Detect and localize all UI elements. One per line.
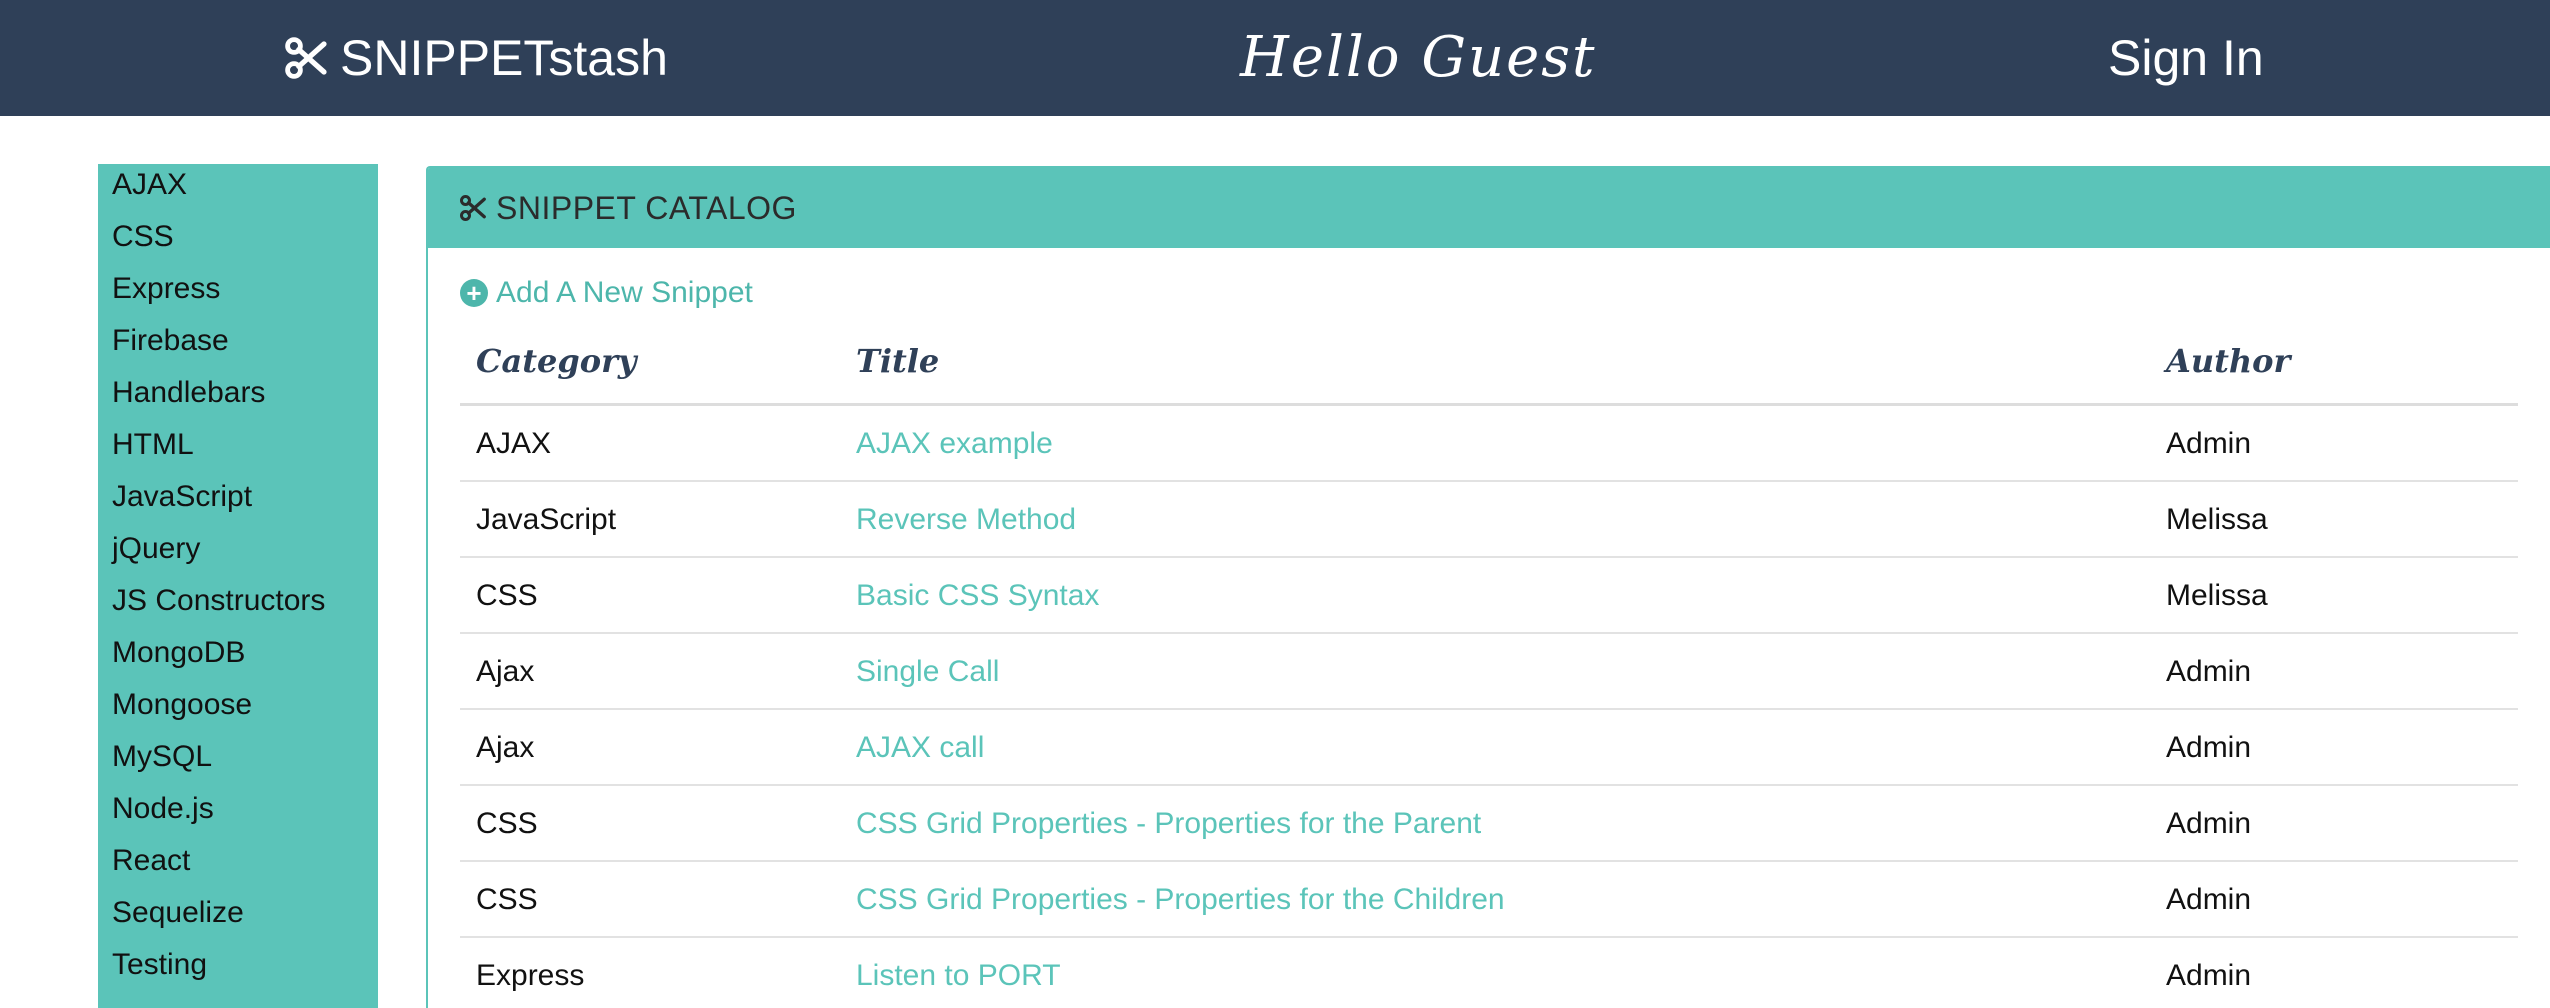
row-author: Melissa [2166, 503, 2268, 536]
sidebar-item-js-constructors[interactable]: JS Constructors [98, 580, 378, 632]
table-row: JavaScript Reverse Method Melissa [460, 482, 2518, 558]
add-snippet-label: Add A New Snippet [496, 276, 753, 309]
row-title-link[interactable]: Basic CSS Syntax [856, 558, 1099, 634]
sidebar-item-mysql[interactable]: MySQL [98, 736, 378, 788]
sidebar-item-jquery[interactable]: jQuery [98, 528, 378, 580]
column-header-author: Author [2166, 342, 2291, 380]
table-row: Express Listen to PORT Admin [460, 938, 2518, 1008]
sidebar-item-css[interactable]: CSS [98, 216, 378, 268]
sidebar-item-sequelize[interactable]: Sequelize [98, 892, 378, 944]
column-header-category: Category [476, 342, 637, 380]
row-category: Ajax [476, 731, 535, 764]
sidebar-item-react[interactable]: React [98, 840, 378, 892]
sidebar-item-mongoose[interactable]: Mongoose [98, 684, 378, 736]
sidebar-item-testing[interactable]: Testing [98, 944, 378, 996]
row-title-link[interactable]: Single Call [856, 634, 999, 710]
brand-logo[interactable]: SNIPPETstash [282, 28, 668, 88]
table-row: CSS CSS Grid Properties - Properties for… [460, 786, 2518, 862]
scissors-icon [285, 37, 327, 79]
row-category: AJAX [476, 427, 552, 460]
row-author: Admin [2166, 427, 2252, 460]
table-row: CSS Basic CSS Syntax Melissa [460, 558, 2518, 634]
row-category: CSS [476, 807, 538, 840]
column-header-title: Title [856, 342, 940, 380]
table-row: AJAX AJAX example Admin [460, 406, 2518, 482]
row-title-link[interactable]: AJAX call [856, 710, 984, 786]
sidebar-item-ajax[interactable]: AJAX [98, 164, 378, 216]
category-sidebar: AJAX CSS Express Firebase Handlebars HTM… [98, 164, 378, 1008]
row-author: Admin [2166, 731, 2252, 764]
row-category: Express [476, 959, 585, 992]
sidebar-item-mongodb[interactable]: MongoDB [98, 632, 378, 684]
snippet-catalog-panel: SNIPPET CATALOG + Add A New Snippet Cate… [426, 166, 2550, 1008]
row-author: Melissa [2166, 579, 2268, 612]
greeting-text: Hello Guest [1240, 25, 1597, 90]
sidebar-item-javascript[interactable]: JavaScript [98, 476, 378, 528]
sidebar-item-express[interactable]: Express [98, 268, 378, 320]
brand-name: SNIPPETstash [340, 30, 668, 86]
row-author: Admin [2166, 959, 2252, 992]
row-category: CSS [476, 883, 538, 916]
snippet-table: Category Title Author AJAX AJAX example … [460, 328, 2518, 1008]
sidebar-item-nodejs[interactable]: Node.js [98, 788, 378, 840]
row-title-link[interactable]: CSS Grid Properties - Properties for the… [856, 786, 1481, 862]
row-author: Admin [2166, 883, 2252, 916]
top-navbar: SNIPPETstash Hello Guest Sign In [0, 0, 2550, 116]
row-author: Admin [2166, 655, 2252, 688]
scissors-icon [459, 194, 486, 222]
row-author: Admin [2166, 807, 2252, 840]
row-title-link[interactable]: AJAX example [856, 406, 1053, 482]
row-title-link[interactable]: CSS Grid Properties - Properties for the… [856, 862, 1505, 938]
sign-in-link[interactable]: Sign In [2108, 28, 2264, 88]
row-title-link[interactable]: Listen to PORT [856, 938, 1061, 1008]
panel-title: SNIPPET CATALOG [496, 189, 797, 226]
plus-circle-icon: + [460, 279, 488, 307]
row-category: CSS [476, 579, 538, 612]
sidebar-item-html[interactable]: HTML [98, 424, 378, 476]
table-row: Ajax AJAX call Admin [460, 710, 2518, 786]
row-category: JavaScript [476, 503, 617, 536]
sidebar-item-handlebars[interactable]: Handlebars [98, 372, 378, 424]
table-header: Category Title Author [460, 328, 2518, 406]
row-category: Ajax [476, 655, 535, 688]
add-snippet-link[interactable]: + Add A New Snippet [460, 276, 753, 310]
sidebar-item-firebase[interactable]: Firebase [98, 320, 378, 372]
table-row: CSS CSS Grid Properties - Properties for… [460, 862, 2518, 938]
table-row: Ajax Single Call Admin [460, 634, 2518, 710]
row-title-link[interactable]: Reverse Method [856, 482, 1076, 558]
panel-heading: SNIPPET CATALOG [428, 168, 2550, 248]
